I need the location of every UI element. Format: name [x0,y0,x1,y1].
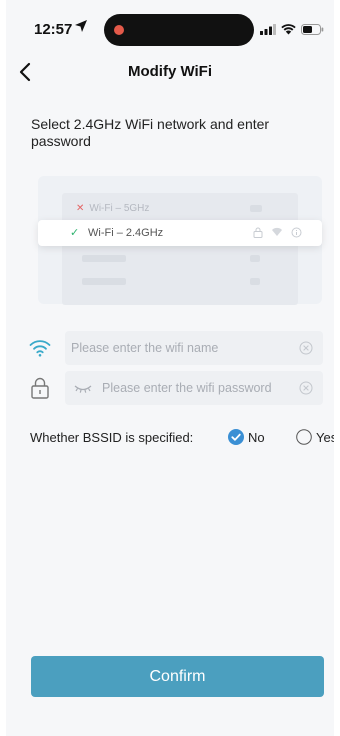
bssid-radio-yes[interactable]: Yes [296,429,334,445]
cross-icon: ✕ [76,203,85,214]
bssid-option-no-label: No [248,429,265,445]
illustration-placeholder-bar [82,278,126,285]
wifi-password-field [65,371,323,405]
illustration-5ghz-label: Wi-Fi – 5GHz [89,203,150,214]
illustration-24ghz-label: Wi-Fi – 2.4GHz [88,227,164,239]
wifi-password-input[interactable] [65,371,323,405]
info-icon [291,227,302,238]
bssid-row: Whether BSSID is specified: No Yes [30,429,334,447]
confirm-button[interactable]: Confirm [31,656,324,697]
wifi-password-row [28,371,324,405]
illustration-placeholder-bar [82,255,126,262]
nav-bar: Modify WiFi [6,56,334,88]
illustration-row-icons [253,227,302,238]
bssid-radio-no[interactable]: No [228,429,265,445]
clear-icon[interactable] [299,341,313,360]
instruction-text: Select 2.4GHz WiFi network and enter pas… [31,116,270,149]
network-selection-illustration: ✕ Wi-Fi – 5GHz ✓ Wi-Fi – 2.4GHz [38,176,322,305]
wifi-name-field [65,331,323,365]
status-bar: 12:57 [6,0,334,56]
wifi-icon [272,227,282,236]
illustration-row-24ghz: ✓ Wi-Fi – 2.4GHz [38,220,322,246]
clear-icon[interactable] [299,381,313,400]
dynamic-island [104,14,254,46]
illustration-row-5ghz: ✕ Wi-Fi – 5GHz [76,203,149,214]
status-indicators [260,22,324,40]
illustration-placeholder-bar [250,278,260,285]
status-time: 12:57 [34,21,73,38]
lock-icon [253,227,263,238]
wifi-name-input[interactable] [65,331,323,365]
radio-unchecked-icon [296,429,312,445]
illustration-placeholder-bar [250,205,262,212]
screen: 12:57 Modify WiFi Select 2.4GHz WiFi net… [6,0,334,736]
wifi-status-icon [281,22,296,40]
cellular-signal-icon [260,22,276,40]
battery-icon [301,22,324,40]
lock-icon [28,376,52,400]
bssid-label: Whether BSSID is specified: [30,430,194,445]
radio-checked-icon [228,429,244,445]
recording-indicator-icon [114,25,124,35]
wifi-icon [28,336,52,360]
bssid-option-yes-label: Yes [316,429,334,445]
location-arrow-icon [74,19,88,38]
illustration-network-list: ✕ Wi-Fi – 5GHz [62,193,298,305]
illustration-placeholder-bar [250,255,260,262]
wifi-name-row [28,331,324,365]
check-icon: ✓ [70,227,80,239]
page-title: Modify WiFi [127,63,213,80]
